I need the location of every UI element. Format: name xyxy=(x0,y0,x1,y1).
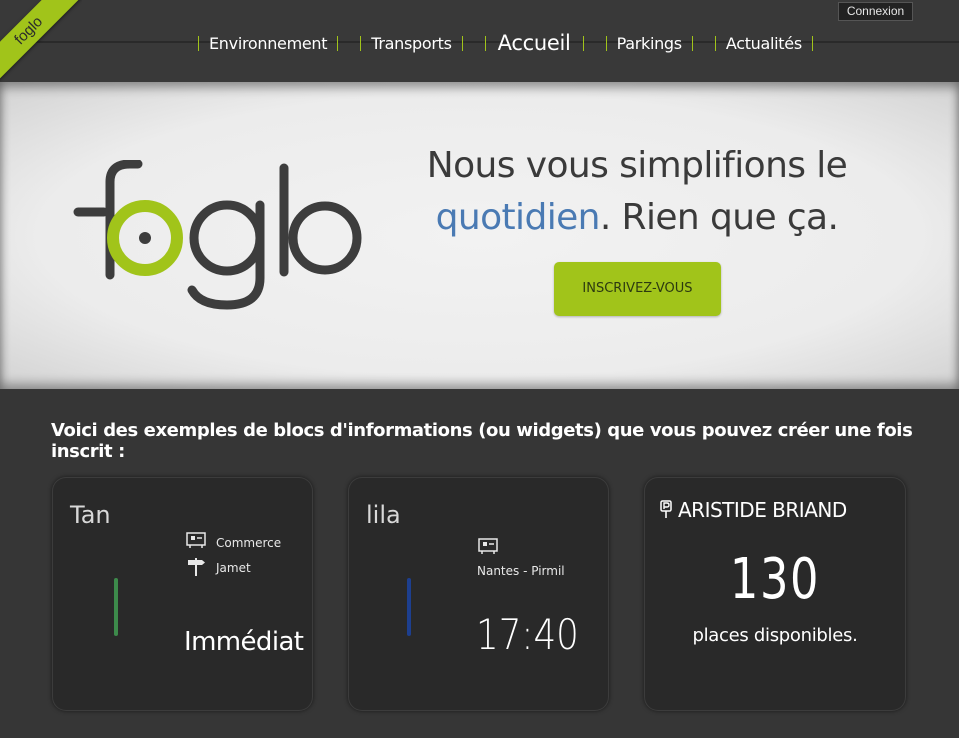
tagline-part-1: Nous vous simplifions le xyxy=(426,145,848,186)
parking-name: ARISTIDE BRIAND xyxy=(678,498,847,522)
widget-tan[interactable]: Tan Commerce Jamet Immédiat xyxy=(52,477,313,711)
line-color-bar xyxy=(114,578,118,636)
signpost-icon xyxy=(188,558,205,576)
available-spaces-label: places disponibles. xyxy=(692,625,858,646)
signup-button[interactable]: INSCRIVEZ-VOUS xyxy=(554,262,721,316)
login-button[interactable]: Connexion xyxy=(838,2,913,21)
foglo-logo: foglo xyxy=(72,160,362,310)
hero-banner: foglo Nous vous simplifions le quotidien… xyxy=(0,82,959,389)
nav-item-accueil[interactable]: Accueil xyxy=(486,31,583,55)
main-nav: Environnement Transports Accueil Parking… xyxy=(198,30,813,56)
tagline-highlight: quotidien xyxy=(435,197,601,238)
hero-tagline: Nous vous simplifions le quotidien. Rien… xyxy=(400,140,874,244)
widget-lila[interactable]: lila Nantes - Pirmil 17:40 xyxy=(348,477,609,711)
tagline-part-2: . Rien que ça. xyxy=(599,197,839,238)
parking-sign-icon xyxy=(660,500,672,518)
widget-title: lila xyxy=(366,501,401,529)
widget-parking[interactable]: ARISTIDE BRIAND 130 places disponibles. xyxy=(644,477,906,711)
nav-item-actualites[interactable]: Actualités xyxy=(716,34,812,53)
top-bar: foglo Connexion Environnement Transports… xyxy=(0,0,959,82)
nav-separator xyxy=(582,35,584,51)
nav-item-parkings[interactable]: Parkings xyxy=(607,34,692,53)
nav-separator xyxy=(337,35,339,51)
line-color-bar xyxy=(407,578,411,636)
available-spaces-count: 130 xyxy=(729,547,821,612)
stop-name: Commerce xyxy=(216,536,282,550)
nav-item-transports[interactable]: Transports xyxy=(361,34,461,53)
nav-separator xyxy=(691,35,693,51)
corner-ribbon: foglo xyxy=(0,0,82,82)
bus-stop-icon xyxy=(478,538,498,554)
widget-title: Tan xyxy=(70,501,111,529)
logo-text: foglo xyxy=(72,160,75,161)
nav-separator xyxy=(461,35,463,51)
ribbon-label: foglo xyxy=(0,0,82,82)
direction-name: Jamet xyxy=(216,561,251,575)
nav-item-environnement[interactable]: Environnement xyxy=(199,34,337,53)
bus-stop-icon xyxy=(186,532,206,548)
examples-heading: Voici des exemples de blocs d'informatio… xyxy=(51,420,913,462)
nav-separator xyxy=(811,35,813,51)
departure-time: Immédiat xyxy=(184,627,304,657)
departure-time: 17:40 xyxy=(476,610,579,659)
destination-name: Nantes - Pirmil xyxy=(477,564,565,578)
